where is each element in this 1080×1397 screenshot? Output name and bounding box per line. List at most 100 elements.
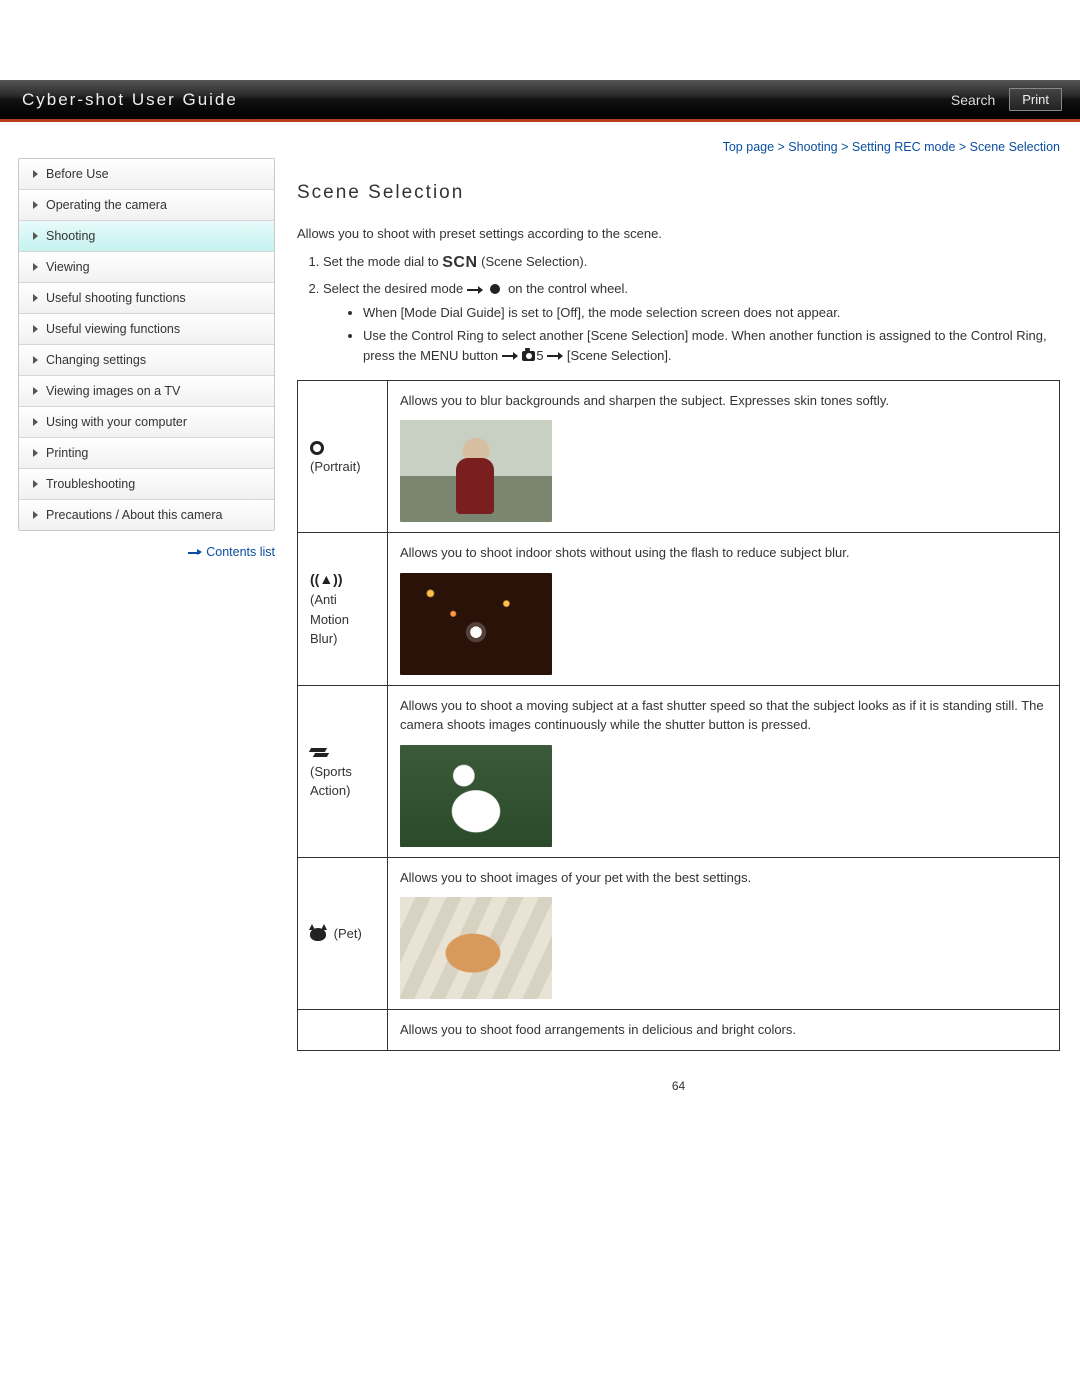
print-button[interactable]: Print — [1009, 88, 1062, 111]
sidebar-item-viewing[interactable]: Viewing — [19, 252, 274, 283]
main-content: Top page > Shooting > Setting REC mode >… — [297, 140, 1060, 1093]
mode-icon-cell: ((▲)) (Anti Motion Blur) — [298, 533, 388, 686]
step-text: on the control wheel. — [508, 281, 628, 296]
step-text: Select the desired mode — [323, 281, 467, 296]
sidebar-item-label: Shooting — [46, 229, 95, 243]
sidebar-item-label: Before Use — [46, 167, 109, 181]
sub-steps: When [Mode Dial Guide] is set to [Off], … — [323, 303, 1060, 366]
sidebar-item-label: Operating the camera — [46, 198, 167, 212]
arrow-right-icon — [188, 549, 202, 556]
chevron-right-icon — [33, 356, 38, 364]
portrait-icon — [310, 441, 324, 455]
sidebar-item-label: Precautions / About this camera — [46, 508, 222, 522]
chevron-right-icon — [33, 294, 38, 302]
sidebar-item-label: Troubleshooting — [46, 477, 135, 491]
sub-step-1: When [Mode Dial Guide] is set to [Off], … — [363, 303, 1060, 323]
sidebar-item-viewing-tv[interactable]: Viewing images on a TV — [19, 376, 274, 407]
step-text: (Scene Selection). — [481, 254, 587, 269]
chevron-right-icon — [33, 325, 38, 333]
pet-icon — [310, 928, 326, 941]
sidebar: Before Use Operating the camera Shooting… — [18, 140, 275, 1093]
page-number: 64 — [297, 1079, 1060, 1093]
sidebar-item-operating[interactable]: Operating the camera — [19, 190, 274, 221]
mode-name: (Pet) — [330, 926, 362, 941]
sidebar-item-useful-shooting[interactable]: Useful shooting functions — [19, 283, 274, 314]
modes-table: (Portrait) Allows you to blur background… — [297, 380, 1060, 1051]
intro-text: Allows you to shoot with preset settings… — [297, 226, 1060, 241]
step-text: Use the Control Ring to select another [… — [363, 328, 1047, 363]
sidebar-item-label: Useful shooting functions — [46, 291, 186, 305]
table-row: Allows you to shoot food arrangements in… — [298, 1010, 1060, 1051]
sidebar-item-label: Useful viewing functions — [46, 322, 180, 336]
table-row: (Portrait) Allows you to blur background… — [298, 380, 1060, 533]
step-2: Select the desired mode on the control w… — [323, 279, 1060, 366]
sidebar-item-label: Printing — [46, 446, 88, 460]
mode-name: (Portrait) — [310, 459, 361, 474]
mode-thumbnail — [400, 573, 552, 675]
chevron-right-icon — [33, 232, 38, 240]
mode-desc-cell: Allows you to shoot images of your pet w… — [388, 857, 1060, 1010]
table-row: ((▲)) (Anti Motion Blur) Allows you to s… — [298, 533, 1060, 686]
sidebar-item-label: Using with your computer — [46, 415, 187, 429]
mode-name: (Anti Motion Blur) — [310, 592, 349, 646]
step-text: [Scene Selection]. — [567, 348, 672, 363]
sidebar-item-changing-settings[interactable]: Changing settings — [19, 345, 274, 376]
steps-list: Set the mode dial to SCN (Scene Selectio… — [297, 251, 1060, 366]
header-title: Cyber-shot User Guide — [22, 90, 238, 110]
sidebar-item-before-use[interactable]: Before Use — [19, 159, 274, 190]
sidebar-item-computer[interactable]: Using with your computer — [19, 407, 274, 438]
mode-desc: Allows you to shoot indoor shots without… — [400, 545, 849, 560]
table-row: (Pet) Allows you to shoot images of your… — [298, 857, 1060, 1010]
mode-desc: Allows you to blur backgrounds and sharp… — [400, 393, 889, 408]
dot-icon — [490, 284, 500, 294]
sports-action-icon — [310, 746, 330, 760]
mode-desc-cell: Allows you to shoot food arrangements in… — [388, 1010, 1060, 1051]
chevron-right-icon — [33, 511, 38, 519]
chevron-right-icon — [33, 418, 38, 426]
sidebar-item-shooting[interactable]: Shooting — [19, 221, 274, 252]
mode-icon-cell — [298, 1010, 388, 1051]
mode-name: (Sports Action) — [310, 764, 352, 799]
sidebar-item-label: Viewing images on a TV — [46, 384, 180, 398]
mode-desc: Allows you to shoot a moving subject at … — [400, 698, 1044, 733]
step-text: Set the mode dial to — [323, 254, 442, 269]
mode-desc-cell: Allows you to blur backgrounds and sharp… — [388, 380, 1060, 533]
sidebar-item-precautions[interactable]: Precautions / About this camera — [19, 500, 274, 530]
mode-desc: Allows you to shoot images of your pet w… — [400, 870, 751, 885]
arrow-right-icon — [467, 286, 483, 294]
arrow-right-icon — [547, 352, 563, 360]
step-text: 5 — [536, 348, 543, 363]
sidebar-item-troubleshooting[interactable]: Troubleshooting — [19, 469, 274, 500]
mode-icon-cell: (Portrait) — [298, 380, 388, 533]
chevron-right-icon — [33, 263, 38, 271]
chevron-right-icon — [33, 449, 38, 457]
search-link[interactable]: Search — [951, 92, 995, 108]
sidebar-item-label: Changing settings — [46, 353, 146, 367]
mode-icon-cell: (Sports Action) — [298, 685, 388, 857]
sidebar-item-label: Viewing — [46, 260, 90, 274]
sidebar-item-printing[interactable]: Printing — [19, 438, 274, 469]
chevron-right-icon — [33, 170, 38, 178]
mode-desc-cell: Allows you to shoot a moving subject at … — [388, 685, 1060, 857]
header-bar: Cyber-shot User Guide Search Print — [0, 80, 1080, 122]
chevron-right-icon — [33, 480, 38, 488]
sidebar-nav: Before Use Operating the camera Shooting… — [18, 158, 275, 531]
mode-thumbnail — [400, 897, 552, 999]
sub-step-2: Use the Control Ring to select another [… — [363, 326, 1060, 366]
mode-desc: Allows you to shoot food arrangements in… — [400, 1022, 796, 1037]
mode-thumbnail — [400, 745, 552, 847]
anti-motion-blur-icon: ((▲)) — [310, 569, 343, 590]
chevron-right-icon — [33, 387, 38, 395]
mode-icon-cell: (Pet) — [298, 857, 388, 1010]
camera-icon — [522, 351, 535, 361]
contents-list-link[interactable]: Contents list — [206, 545, 275, 559]
mode-desc-cell: Allows you to shoot indoor shots without… — [388, 533, 1060, 686]
arrow-right-icon — [502, 352, 518, 360]
breadcrumb[interactable]: Top page > Shooting > Setting REC mode >… — [297, 140, 1060, 154]
scn-icon: SCN — [442, 254, 477, 271]
page-title: Scene Selection — [297, 182, 1060, 204]
sidebar-item-useful-viewing[interactable]: Useful viewing functions — [19, 314, 274, 345]
table-row: (Sports Action) Allows you to shoot a mo… — [298, 685, 1060, 857]
mode-thumbnail — [400, 420, 552, 522]
step-1: Set the mode dial to SCN (Scene Selectio… — [323, 251, 1060, 275]
